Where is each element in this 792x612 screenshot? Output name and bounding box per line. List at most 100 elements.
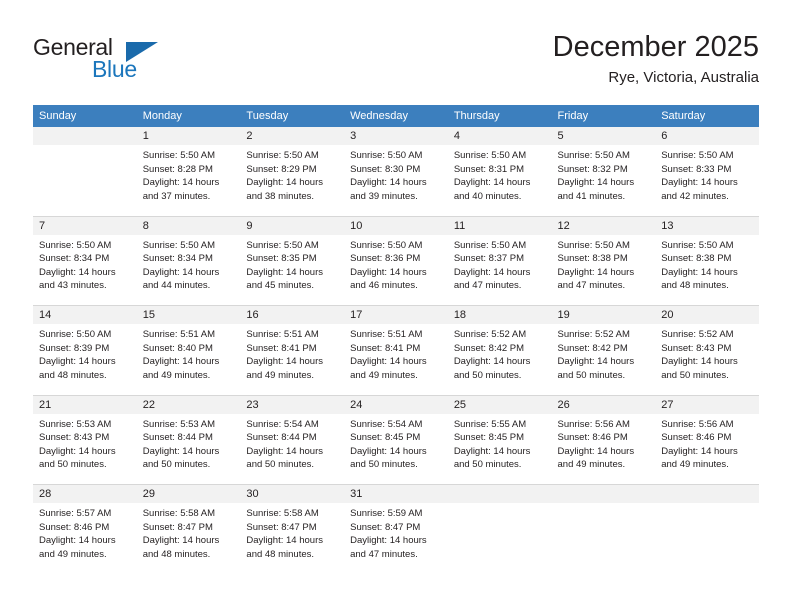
- day-daylight-line1-text: Daylight: 14 hours: [661, 445, 738, 457]
- day-cell: Sunrise: 5:55 AM Sunset: 8:45 PM Daylight:…: [447, 413, 552, 485]
- day-sunset-text: Sunset: 8:45 PM: [453, 432, 525, 444]
- day-cell: Sunrise: 5:52 AM Sunset: 8:42 PM Daylight:…: [551, 324, 656, 396]
- day-cell: Sunrise: 5:52 AM Sunset: 8:42 PM Daylight:…: [447, 324, 552, 396]
- day-daylight-line1-text: Daylight: 14 hours: [350, 445, 427, 457]
- day-number[interactable]: 17: [344, 305, 448, 324]
- day-number[interactable]: 26: [551, 395, 656, 414]
- day-number[interactable]: 22: [136, 395, 241, 414]
- day-sunrise-text: Sunrise: 5:50 AM: [453, 239, 527, 251]
- day-number-empty: [655, 484, 759, 503]
- day-daylight-line2-text: and 41 minutes.: [557, 190, 626, 202]
- day-cell: Sunrise: 5:59 AM Sunset: 8:47 PM Daylight:…: [344, 503, 448, 574]
- day-number[interactable]: 7: [33, 216, 137, 235]
- day-number[interactable]: 16: [240, 305, 345, 324]
- day-daylight-line2-text: and 49 minutes.: [661, 459, 729, 471]
- day-number[interactable]: 28: [33, 484, 137, 503]
- day-cell: Sunrise: 5:50 AM Sunset: 8:32 PM Daylight:…: [551, 145, 656, 217]
- day-cell: Sunrise: 5:50 AM Sunset: 8:38 PM Daylight:…: [551, 234, 656, 306]
- week-info-row: Sunrise: 5:50 AM Sunset: 8:28 PM Daylight:…: [33, 145, 759, 217]
- day-number[interactable]: 2: [240, 127, 345, 145]
- day-number[interactable]: 5: [551, 127, 656, 145]
- day-sunrise-text: Sunrise: 5:50 AM: [246, 239, 319, 251]
- day-daylight-line1-text: Daylight: 14 hours: [142, 266, 220, 278]
- day-daylight-line2-text: and 40 minutes.: [453, 190, 522, 202]
- day-daylight-line1-text: Daylight: 14 hours: [39, 356, 116, 368]
- day-sunrise-text: Sunrise: 5:52 AM: [557, 329, 630, 340]
- day-number[interactable]: 9: [240, 216, 345, 235]
- day-sunrise-text: Sunrise: 5:50 AM: [661, 239, 734, 251]
- day-number[interactable]: 31: [344, 484, 448, 503]
- day-sunset-text: Sunset: 8:42 PM: [453, 342, 525, 354]
- day-daylight-line2-text: and 50 minutes.: [39, 459, 107, 471]
- day-number[interactable]: 11: [447, 216, 552, 235]
- day-daylight-line2-text: and 46 minutes.: [350, 280, 418, 292]
- day-sunrise-text: Sunrise: 5:50 AM: [39, 239, 112, 251]
- day-cell: Sunrise: 5:50 AM Sunset: 8:34 PM Daylight:…: [33, 234, 137, 306]
- day-number[interactable]: 18: [447, 305, 552, 324]
- day-sunset-text: Sunset: 8:43 PM: [39, 432, 110, 444]
- day-number[interactable]: 23: [240, 395, 345, 414]
- day-daylight-line2-text: and 38 minutes.: [246, 190, 315, 202]
- day-number[interactable]: 25: [447, 395, 552, 414]
- day-sunrise-text: Sunrise: 5:50 AM: [453, 150, 527, 161]
- calendar-page: General Blue December 2025 Rye, Victoria…: [0, 0, 792, 612]
- day-daylight-line2-text: and 37 minutes.: [142, 190, 211, 202]
- day-sunrise-text: Sunrise: 5:51 AM: [350, 329, 423, 340]
- day-cell: Sunrise: 5:52 AM Sunset: 8:43 PM Daylight:…: [655, 324, 759, 396]
- day-cell: Sunrise: 5:50 AM Sunset: 8:38 PM Daylight:…: [655, 234, 759, 306]
- day-sunset-text: Sunset: 8:47 PM: [142, 521, 213, 533]
- day-number[interactable]: 12: [551, 216, 656, 235]
- day-number[interactable]: 30: [240, 484, 345, 503]
- day-sunrise-text: Sunrise: 5:50 AM: [246, 150, 319, 161]
- day-sunset-text: Sunset: 8:31 PM: [453, 163, 525, 175]
- day-sunset-text: Sunset: 8:41 PM: [350, 342, 421, 354]
- day-number[interactable]: 8: [136, 216, 241, 235]
- day-cell: Sunrise: 5:50 AM Sunset: 8:39 PM Daylight:…: [33, 324, 137, 396]
- day-number[interactable]: 13: [655, 216, 759, 235]
- day-sunset-text: Sunset: 8:32 PM: [557, 163, 628, 175]
- day-number[interactable]: 29: [136, 484, 241, 503]
- weekday-header-thursday: Thursday: [447, 105, 552, 127]
- week-info-row: Sunrise: 5:57 AM Sunset: 8:46 PM Daylight:…: [33, 503, 759, 574]
- day-number[interactable]: 15: [136, 305, 241, 324]
- day-daylight-line1-text: Daylight: 14 hours: [142, 445, 220, 457]
- day-sunrise-text: Sunrise: 5:52 AM: [453, 329, 527, 340]
- day-number[interactable]: 24: [344, 395, 448, 414]
- week-daynumber-row: 14 15 16 17 18 19 20: [33, 305, 759, 324]
- day-sunrise-text: Sunrise: 5:50 AM: [661, 150, 734, 161]
- day-number[interactable]: 10: [344, 216, 448, 235]
- day-daylight-line1-text: Daylight: 14 hours: [142, 177, 220, 189]
- day-sunset-text: Sunset: 8:30 PM: [350, 163, 421, 175]
- day-daylight-line2-text: and 49 minutes.: [557, 459, 626, 471]
- day-number[interactable]: 3: [344, 127, 448, 145]
- day-cell: Sunrise: 5:50 AM Sunset: 8:37 PM Daylight:…: [447, 234, 552, 306]
- day-sunrise-text: Sunrise: 5:51 AM: [142, 329, 216, 340]
- day-daylight-line1-text: Daylight: 14 hours: [142, 356, 220, 368]
- day-daylight-line2-text: and 49 minutes.: [39, 548, 107, 560]
- weekday-header-saturday: Saturday: [655, 105, 759, 127]
- week-info-row: Sunrise: 5:50 AM Sunset: 8:39 PM Daylight:…: [33, 324, 759, 396]
- week-daynumber-row: 21 22 23 24 25 26 27: [33, 395, 759, 414]
- day-number[interactable]: 19: [551, 305, 656, 324]
- day-cell: Sunrise: 5:50 AM Sunset: 8:28 PM Daylight:…: [136, 145, 241, 217]
- day-sunset-text: Sunset: 8:33 PM: [661, 163, 732, 175]
- page-title: December 2025: [552, 31, 759, 63]
- day-number[interactable]: 27: [655, 395, 759, 414]
- day-daylight-line1-text: Daylight: 14 hours: [557, 445, 635, 457]
- day-number[interactable]: 20: [655, 305, 759, 324]
- day-daylight-line2-text: and 49 minutes.: [246, 369, 315, 381]
- day-sunrise-text: Sunrise: 5:52 AM: [661, 329, 734, 340]
- day-number[interactable]: 6: [655, 127, 759, 145]
- day-number[interactable]: 4: [447, 127, 552, 145]
- day-sunrise-text: Sunrise: 5:50 AM: [142, 150, 216, 161]
- weekday-header-friday: Friday: [551, 105, 656, 127]
- day-cell: Sunrise: 5:50 AM Sunset: 8:33 PM Daylight:…: [655, 145, 759, 217]
- day-cell-empty: [551, 503, 656, 574]
- day-number[interactable]: 1: [136, 127, 241, 145]
- day-daylight-line2-text: and 47 minutes.: [350, 548, 418, 560]
- day-number[interactable]: 21: [33, 395, 137, 414]
- general-blue-logo[interactable]: General Blue: [33, 34, 233, 90]
- day-sunrise-text: Sunrise: 5:58 AM: [142, 508, 216, 519]
- day-sunset-text: Sunset: 8:34 PM: [39, 253, 110, 265]
- day-number[interactable]: 14: [33, 305, 137, 324]
